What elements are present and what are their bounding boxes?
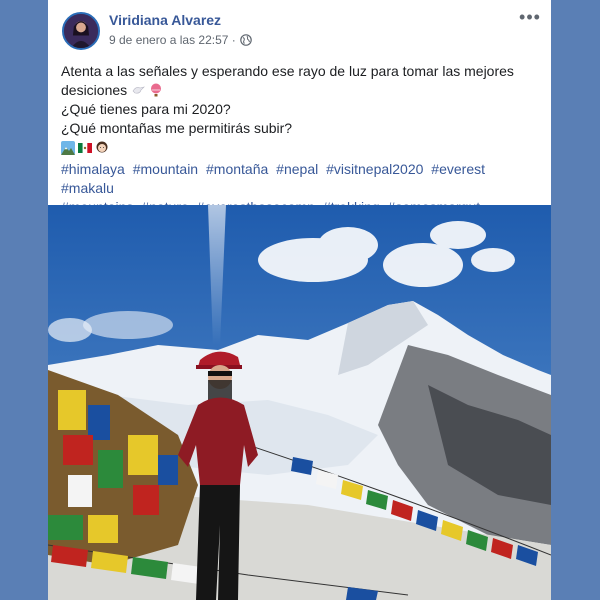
post-photo[interactable] <box>48 205 551 600</box>
hot-air-balloon-icon <box>149 83 163 97</box>
post-header: Viridiana Alvarez 9 de enero a las 22:57… <box>48 0 551 60</box>
mountain-photo <box>48 205 551 600</box>
mountain-icon <box>61 141 75 155</box>
author-name[interactable]: Viridiana Alvarez <box>109 12 221 28</box>
globe-icon[interactable] <box>239 34 252 46</box>
hashtag-link[interactable]: #mountain <box>133 161 198 177</box>
hashtag-link[interactable]: #makalu <box>61 180 114 196</box>
author-avatar[interactable] <box>62 12 100 50</box>
hashtag-link[interactable]: #himalaya <box>61 161 125 177</box>
mexico-flag-icon <box>78 141 92 155</box>
post-card: Viridiana Alvarez 9 de enero a las 22:57… <box>48 0 551 600</box>
post-line-1: Atenta a las señales y esperando ese ray… <box>61 63 514 98</box>
post-line-3: ¿Qué montañas me permitirás subir? <box>61 120 293 136</box>
dove-icon <box>131 83 146 97</box>
post-line-2: ¿Qué tienes para mi 2020? <box>61 101 231 117</box>
hashtag-link[interactable]: #visitnepal2020 <box>326 161 423 177</box>
avatar-image <box>64 14 98 48</box>
post-timestamp[interactable]: 9 de enero a las 22:57 · <box>109 33 236 47</box>
more-options-button[interactable]: ••• <box>517 8 543 28</box>
emoji-line <box>61 140 541 156</box>
hashtag-link[interactable]: #montaña <box>206 161 268 177</box>
post-body: Atenta a las señales y esperando ese ray… <box>61 62 541 156</box>
woman-icon <box>95 141 109 155</box>
post-meta: 9 de enero a las 22:57 · <box>109 33 252 47</box>
hashtag-link[interactable]: #everest <box>431 161 485 177</box>
hashtag-link[interactable]: #nepal <box>276 161 318 177</box>
